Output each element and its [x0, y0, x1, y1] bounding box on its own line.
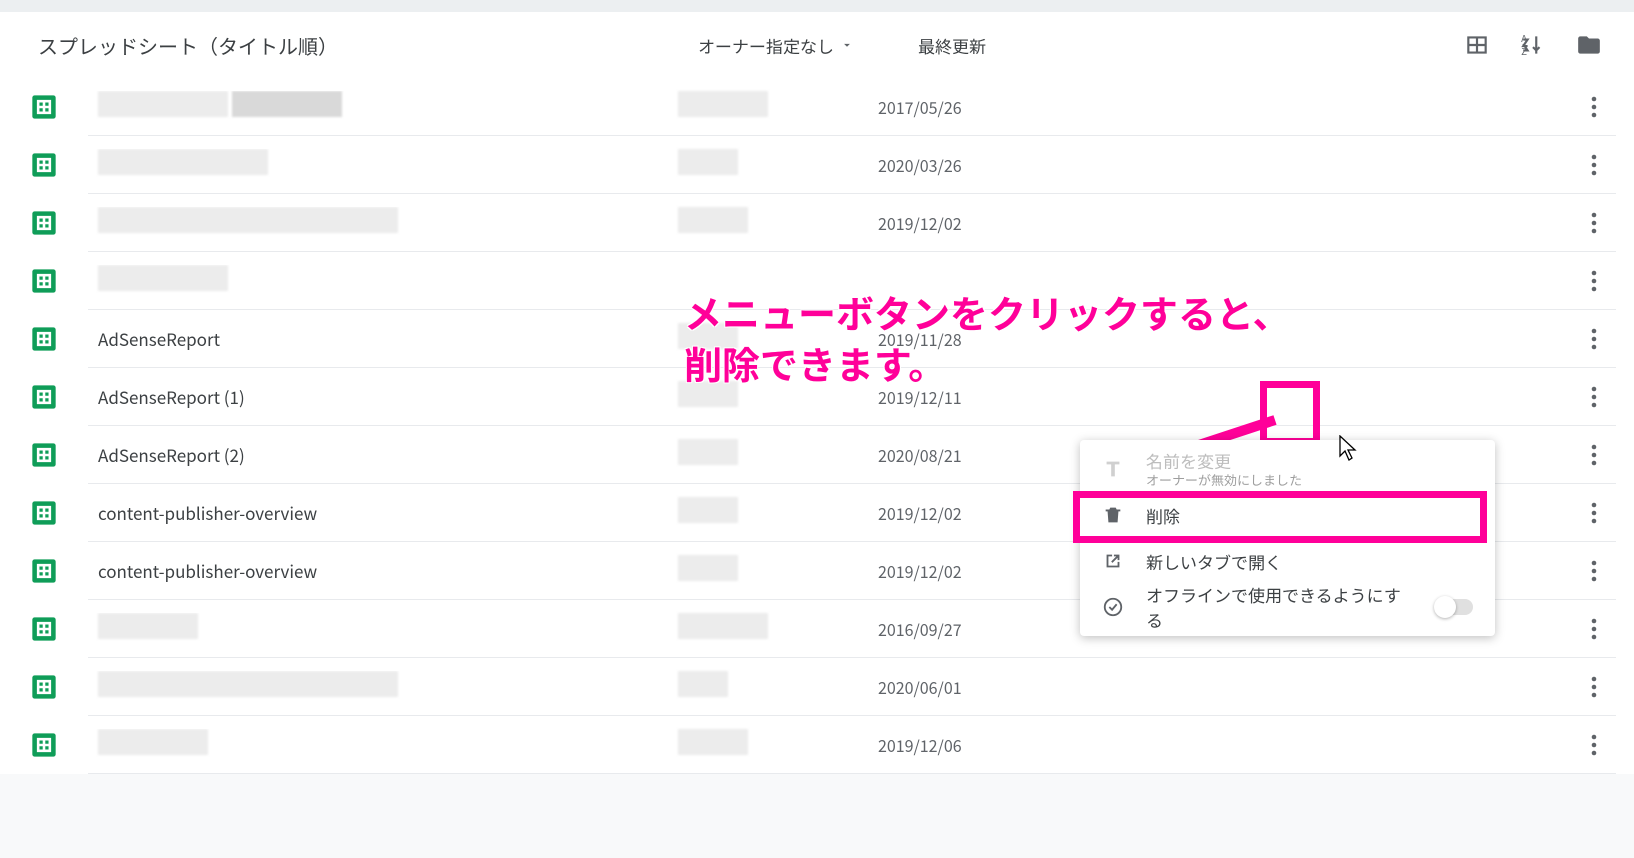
- trash-icon: [1102, 504, 1124, 526]
- sheets-icon: [30, 731, 58, 759]
- file-date: 2020/08/21: [878, 443, 1108, 467]
- table-row[interactable]: 2019/12/06: [88, 716, 1616, 774]
- file-date: 2020/03/26: [878, 153, 1108, 177]
- file-owner: [678, 91, 878, 122]
- table-row[interactable]: [88, 252, 1616, 310]
- grid-view-icon[interactable]: [1464, 32, 1490, 58]
- list-header: スプレッドシート（タイトル順） オーナー指定なし 最終更新 AZ: [0, 12, 1634, 78]
- file-owner: [678, 149, 878, 180]
- file-date: 2020/06/01: [878, 675, 1108, 699]
- sheets-icon: [30, 151, 58, 179]
- owner-filter-label: オーナー指定なし: [698, 33, 834, 58]
- rename-icon: [1102, 458, 1124, 480]
- sort-az-icon[interactable]: AZ: [1520, 32, 1546, 58]
- svg-text:Z: Z: [1521, 44, 1527, 58]
- caret-down-icon: [840, 38, 854, 52]
- ctx-delete[interactable]: 削除: [1080, 492, 1495, 538]
- file-name: [88, 207, 678, 238]
- file-owner: [678, 613, 878, 644]
- file-date: 2019/12/02: [878, 211, 1108, 235]
- table-row[interactable]: 2020/06/01: [88, 658, 1616, 716]
- ctx-offline[interactable]: オフラインで使用できるようにする: [1080, 584, 1495, 630]
- file-name: AdSenseReport (1): [88, 384, 678, 409]
- sheets-icon: [30, 615, 58, 643]
- more-options-button[interactable]: [1580, 151, 1608, 179]
- more-options-button[interactable]: [1580, 93, 1608, 121]
- file-name: [88, 265, 678, 296]
- file-date: 2017/05/26: [878, 95, 1108, 119]
- file-date: 2016/09/27: [878, 617, 1108, 641]
- file-name: [88, 613, 678, 644]
- sheets-icon: [30, 209, 58, 237]
- sheets-icon: [30, 673, 58, 701]
- more-options-button[interactable]: [1580, 325, 1608, 353]
- more-options-button[interactable]: [1580, 499, 1608, 527]
- sheets-icon: [30, 267, 58, 295]
- sheets-icon: [30, 325, 58, 353]
- offline-toggle[interactable]: [1436, 599, 1473, 615]
- more-options-button[interactable]: [1580, 731, 1608, 759]
- file-owner: [678, 323, 878, 354]
- file-date: 2019/12/02: [878, 559, 1108, 583]
- more-options-button[interactable]: [1580, 615, 1608, 643]
- offline-check-icon: [1102, 596, 1124, 618]
- page-title: スプレッドシート（タイトル順）: [38, 31, 698, 60]
- file-owner: [678, 671, 878, 702]
- more-options-button[interactable]: [1580, 441, 1608, 469]
- more-options-button[interactable]: [1580, 209, 1608, 237]
- sheets-icon: [30, 441, 58, 469]
- file-date: 2019/11/28: [878, 327, 1108, 351]
- sheets-icon: [30, 383, 58, 411]
- table-row[interactable]: AdSenseReport 2019/11/28: [88, 310, 1616, 368]
- file-list: 2017/05/26 2020/03/26 2019/12/02 AdSenseRep…: [0, 78, 1634, 774]
- sheets-icon: [30, 499, 58, 527]
- more-options-button[interactable]: [1580, 557, 1608, 585]
- table-row[interactable]: 2017/05/26: [88, 78, 1616, 136]
- file-date: 2019/12/02: [878, 501, 1108, 525]
- last-edit-header: 最終更新: [918, 33, 1188, 58]
- file-owner: [678, 729, 878, 760]
- more-options-button[interactable]: [1580, 673, 1608, 701]
- file-date: 2019/12/11: [878, 385, 1108, 409]
- file-name: AdSenseReport (2): [88, 442, 678, 467]
- file-name: [88, 149, 678, 180]
- file-owner: [678, 381, 878, 412]
- file-name: content-publisher-overview: [88, 500, 678, 525]
- ctx-rename: 名前を変更 オーナーが無効にしました: [1080, 446, 1495, 492]
- sheets-icon: [30, 93, 58, 121]
- file-date: 2019/12/06: [878, 733, 1108, 757]
- open-in-new-icon: [1102, 550, 1124, 572]
- context-menu: 名前を変更 オーナーが無効にしました 削除 新しいタブで開く オフラインで使用で…: [1080, 440, 1495, 636]
- folder-icon[interactable]: [1576, 32, 1602, 58]
- file-name: [88, 91, 678, 122]
- file-owner: [678, 555, 878, 586]
- table-row[interactable]: 2020/03/26: [88, 136, 1616, 194]
- more-options-button[interactable]: [1580, 267, 1608, 295]
- file-name: AdSenseReport: [88, 326, 678, 351]
- table-row[interactable]: AdSenseReport (1) 2019/12/11: [88, 368, 1616, 426]
- more-options-button[interactable]: [1580, 383, 1608, 411]
- file-owner: [678, 439, 878, 470]
- file-owner: [678, 207, 878, 238]
- table-row[interactable]: 2019/12/02: [88, 194, 1616, 252]
- file-name: content-publisher-overview: [88, 558, 678, 583]
- file-name: [88, 671, 678, 702]
- file-owner: [678, 497, 878, 528]
- owner-filter[interactable]: オーナー指定なし: [698, 33, 918, 58]
- sheets-icon: [30, 557, 58, 585]
- ctx-open-new-tab[interactable]: 新しいタブで開く: [1080, 538, 1495, 584]
- file-name: [88, 729, 678, 760]
